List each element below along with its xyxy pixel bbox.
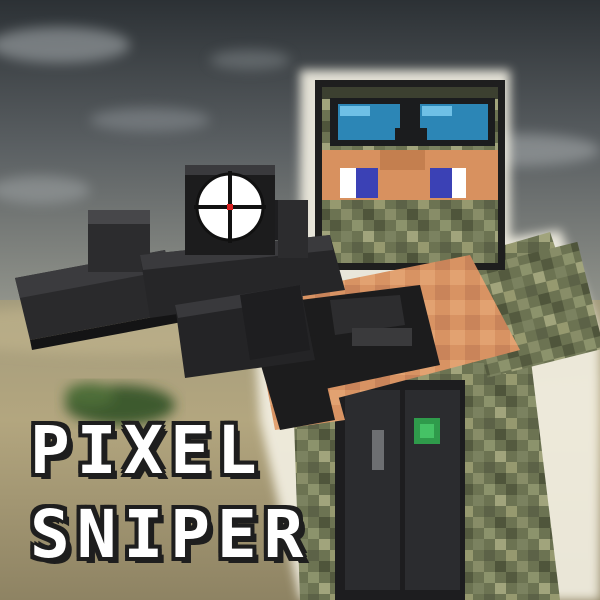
scope-reticle-dot — [227, 204, 233, 210]
soldier-head — [315, 80, 505, 270]
game-title-line-2: SNIPER — [30, 496, 311, 573]
game-title-line-1: PIXEL — [30, 412, 264, 489]
game-cover-art: PIXEL SNIPER — [0, 0, 600, 600]
